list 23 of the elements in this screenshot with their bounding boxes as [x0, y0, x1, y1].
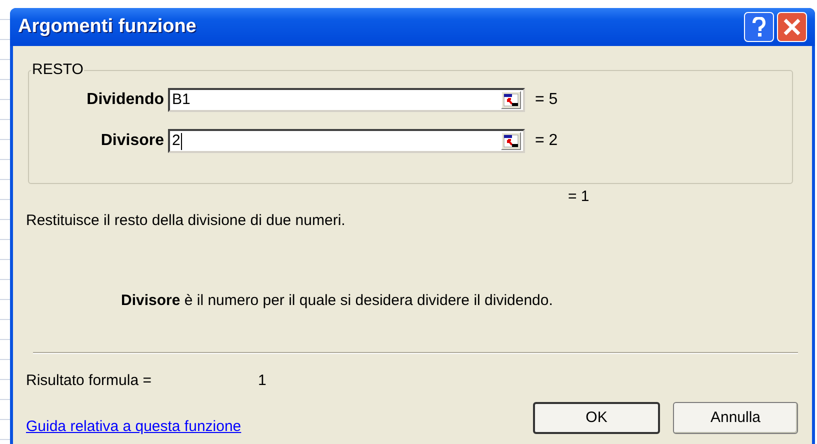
formula-result-value: 1	[258, 371, 266, 391]
window-title: Argomenti funzione	[18, 14, 198, 39]
argument-value: = 5	[535, 90, 558, 110]
help-link[interactable]: Guida relativa a questa funzione	[26, 416, 242, 438]
range-select-icon	[503, 134, 519, 148]
help-icon	[752, 17, 766, 37]
function-description: Restituisce il resto della divisione di due numeri.	[26, 211, 346, 231]
argument-label: Divisore	[100, 131, 165, 151]
help-button[interactable]	[744, 12, 774, 42]
cancel-button[interactable]: Annulla	[673, 402, 798, 434]
function-result: = 1	[568, 187, 590, 207]
range-select-icon	[503, 93, 519, 107]
formula-result-label: Risultato formula =	[26, 371, 152, 391]
collapse-dialog-button[interactable]	[501, 132, 521, 150]
argument-description: Divisore è il numero per il quale si desidera dividere il dividendo.	[121, 291, 553, 311]
argument-label: Dividendo	[86, 90, 165, 110]
close-button[interactable]	[777, 12, 807, 42]
argument-field[interactable]: B1	[168, 88, 525, 112]
close-icon	[783, 18, 801, 36]
collapse-dialog-button[interactable]	[501, 91, 521, 109]
argument-value: = 2	[535, 131, 558, 151]
argument-field[interactable]: 2	[168, 129, 525, 153]
ok-button[interactable]: OK	[533, 402, 660, 434]
